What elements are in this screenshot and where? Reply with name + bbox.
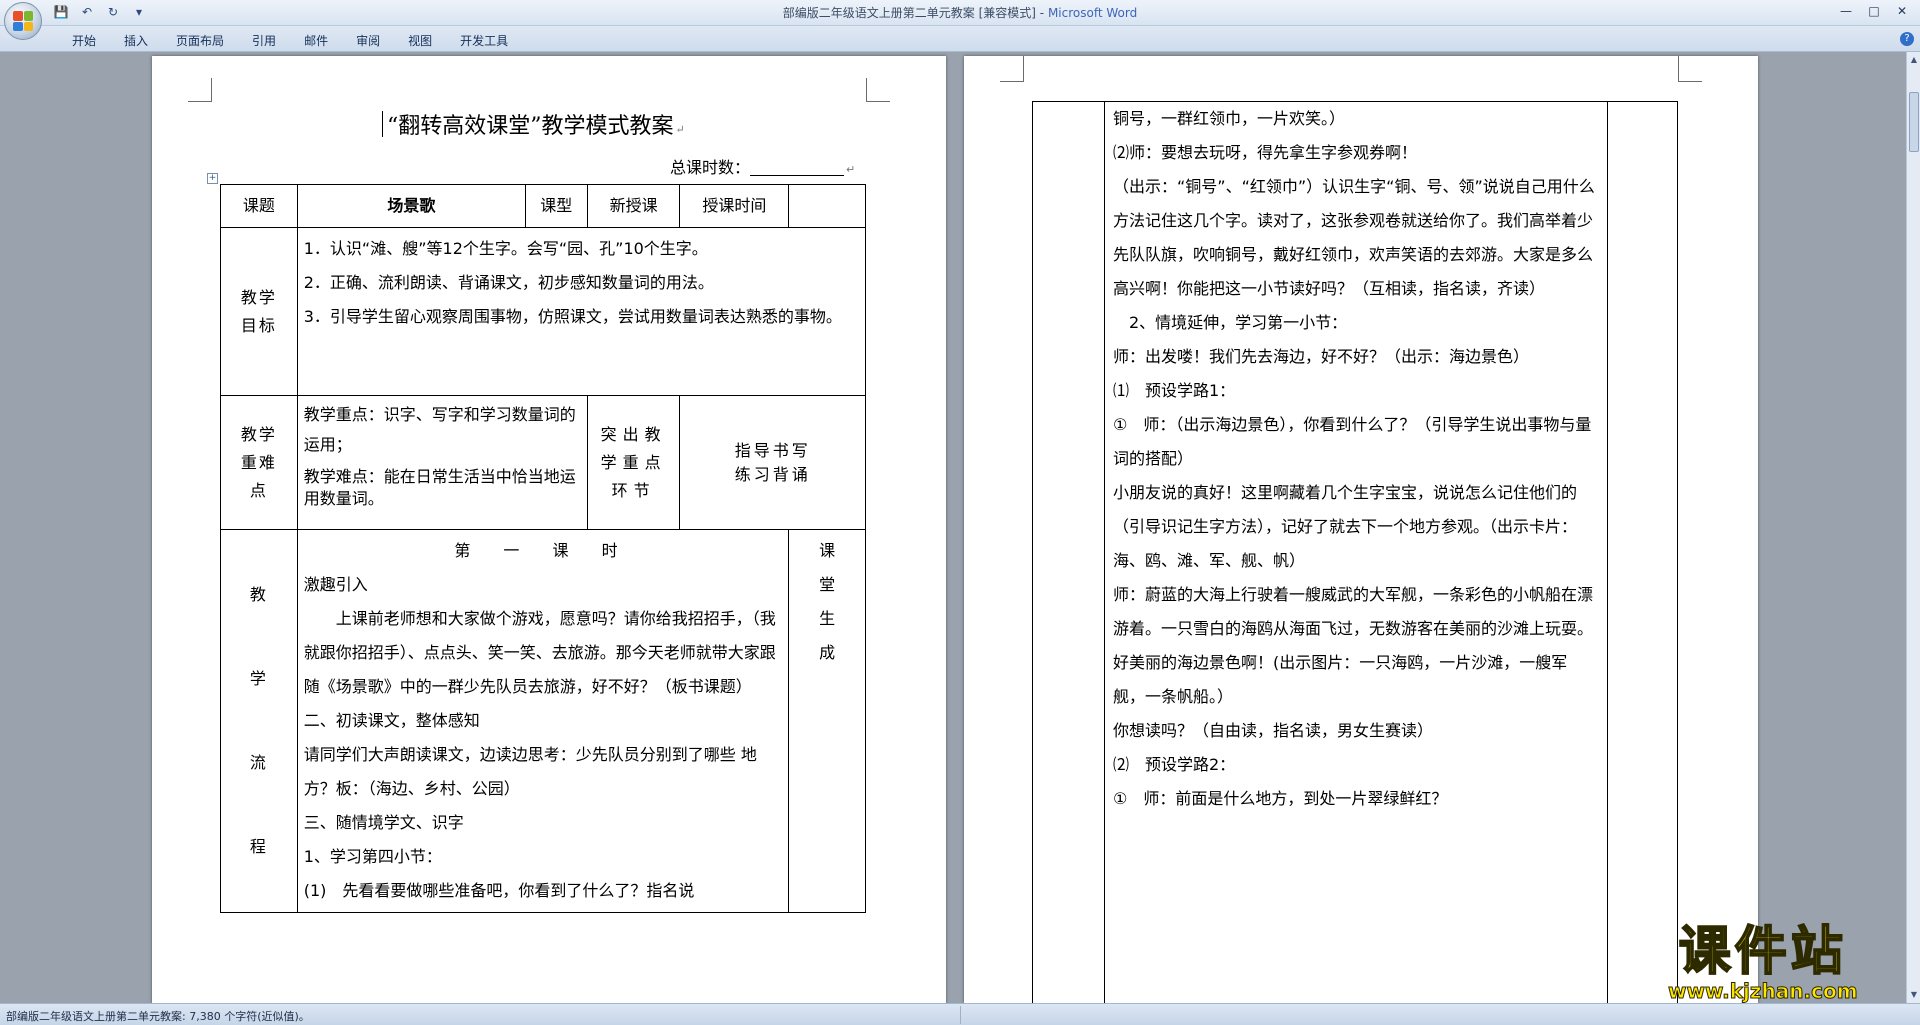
difficulty-label: 教学重难点 <box>220 395 298 530</box>
office-button-icon[interactable] <box>4 2 42 40</box>
document-title: “翻转高效课堂”教学模式教案 ↵ <box>382 108 685 140</box>
vertical-scrollbar[interactable]: ▲ ▼ <box>1906 52 1920 1003</box>
maximize-icon[interactable]: □ <box>1862 2 1886 20</box>
status-bar: 部编版二年级语文上册第二单元教案: 7,380 个字符(近似值)。 <box>0 1003 1920 1025</box>
total-hours: 总课时数： ↵ <box>670 158 856 177</box>
paragraph: 小朋友说的真好！这里啊藏着几个生字宝宝，说说怎么记住他们的（引导识记生字方法），… <box>1113 483 1578 570</box>
type-label: 课型 <box>524 184 588 228</box>
continued-table: 铜号，一群红领巾，一片欢笑。） ⑵师：要想去玩呀，得先拿生字参观券啊！ （出示：“铜… <box>1032 101 1678 1004</box>
type-value: 新授课 <box>586 184 681 228</box>
site-watermark: 课件站 www.kjzhan.com <box>1668 922 1859 1003</box>
paragraph: ⑵ 预设学路2： <box>1113 755 1236 774</box>
goal-item: 2．正确、流利朗读、背诵课文，初步感知数量词的用法。 <box>303 273 714 292</box>
paragraph: 师：蔚蓝的大海上行驶着一艘威武的大军舰，一条彩色的小帆船在漂游着。一只雪白的海鸥… <box>1113 585 1594 706</box>
document-page-1[interactable]: “翻转高效课堂”教学模式教案 ↵ 总课时数： ↵ + 课题 场景歌 课型 新授课 授… <box>152 56 946 1004</box>
period-title: 第 一 课 时 <box>454 541 632 560</box>
subject-value: 场景歌 <box>296 184 526 228</box>
crop-mark <box>1678 56 1702 82</box>
crop-mark <box>866 78 890 102</box>
highlight-label: 突出教学重点环节 <box>586 395 681 530</box>
scroll-thumb[interactable] <box>1909 92 1919 152</box>
goal-item: 3．引导学生留心观察周围事物，仿照课文，尝试用数量词表达熟悉的事物。 <box>303 307 842 326</box>
ribbon-tab[interactable]: 视图 <box>396 30 444 51</box>
ribbon-tab[interactable]: 开发工具 <box>448 30 520 51</box>
time-label: 授课时间 <box>679 184 790 228</box>
ribbon-tab[interactable]: 审阅 <box>344 30 392 51</box>
difficult-point: 教学难点：能在日常生活当中恰当地运用数量词。 <box>303 467 576 508</box>
process-content: 铜号，一群红领巾，一片欢笑。） ⑵师：要想去玩呀，得先拿生字参观券啊！ （出示：“铜… <box>1113 102 1599 816</box>
paragraph: 铜号，一群红领巾，一片欢笑。） <box>1113 109 1346 128</box>
process-line: 激趣引入 <box>303 575 368 594</box>
highlight-value: 指导书写 练习背诵 <box>679 395 866 530</box>
goal-item: 1．认识“滩、艘”等12个生字。会写“园、孔”10个生字。 <box>303 239 708 258</box>
goals-cell: 1．认识“滩、艘”等12个生字。会写“园、孔”10个生字。 2．正确、流利朗读、… <box>296 227 867 396</box>
process-line: (1) 先看看要做哪些准备吧，你看到了什么了？指名说 <box>303 881 695 900</box>
process-line: 请同学们大声朗读课文，边读边思考：少先队员分别到了哪些 地方？板：（海边、乡村、… <box>303 745 757 798</box>
scroll-down-icon[interactable]: ▼ <box>1908 989 1920 1001</box>
close-icon[interactable]: ✕ <box>1890 2 1914 20</box>
scroll-up-icon[interactable]: ▲ <box>1908 54 1920 66</box>
crop-mark <box>188 78 212 102</box>
paragraph: ⑴ 预设学路1： <box>1113 381 1236 400</box>
paragraph: ① 师：前面是什么地方，到处一片翠绿鲜红？ <box>1113 789 1448 808</box>
window-controls: — □ ✕ <box>1834 2 1914 20</box>
difficulty-cell: 教学重点：识字、写字和学习数量词的运用； 教学难点：能在日常生活当中恰当地运用数… <box>296 395 588 530</box>
process-label-column <box>1033 102 1105 1004</box>
paragraph: 师：出发喽！我们先去海边，好不好？（出示：海边景色） <box>1113 347 1530 366</box>
ribbon-tab[interactable]: 开始 <box>60 30 108 51</box>
process-line: 三、随情境学文、识字 <box>303 813 464 832</box>
lesson-plan-table: 课题 场景歌 课型 新授课 授课时间 教学目标 1．认识“滩、艘”等12个生字。… <box>220 184 867 913</box>
title-bar: 💾 ↶ ↻ ▾ 部编版二年级语文上册第二单元教案 [兼容模式] - Micros… <box>0 0 1920 26</box>
ribbon-tabs: 开始 插入 页面布局 引用 邮件 审阅 视图 开发工具 ? <box>0 26 1920 52</box>
crop-mark <box>1000 56 1024 82</box>
generate-column <box>1607 102 1677 1004</box>
document-page-2[interactable]: 铜号，一群红领巾，一片欢笑。） ⑵师：要想去玩呀，得先拿生字参观券啊！ （出示：“铜… <box>964 56 1758 1004</box>
window-title: 部编版二年级语文上册第二单元教案 [兼容模式] - Microsoft Word <box>782 6 1138 20</box>
word-count-status[interactable]: 部编版二年级语文上册第二单元教案: 7,380 个字符(近似值)。 <box>6 1008 310 1024</box>
time-value <box>788 184 866 228</box>
process-line: 二、初读课文，整体感知 <box>303 711 480 730</box>
process-cell: 第 一 课 时 激趣引入 上课前老师想和大家做个游戏，愿意吗？请你给我招招手，（… <box>296 529 790 913</box>
paragraph: ⑵师：要想去玩呀，得先拿生字参观券啊！ <box>1113 143 1418 162</box>
subject-label: 课题 <box>220 184 298 228</box>
goals-label: 教学目标 <box>220 227 298 396</box>
help-icon[interactable]: ? <box>1900 32 1914 46</box>
paragraph: 你想读吗？（自由读，指名读，男女生赛读） <box>1113 721 1434 740</box>
minimize-icon[interactable]: — <box>1834 2 1858 20</box>
generate-cell: 课堂生成 <box>788 529 866 913</box>
process-line: 1、学习第四小节： <box>303 847 442 866</box>
process-label: 教学流程 <box>220 529 298 913</box>
paragraph: （出示：“铜号”、“红领巾”）认识生字“铜、号、领”说说自己用什么方法记住这几个… <box>1113 177 1595 298</box>
process-line: 上课前老师想和大家做个游戏，愿意吗？请你给我招招手，（我就跟你招招手）、点点头、… <box>303 609 776 696</box>
paragraph: 2、情境延伸，学习第一小节： <box>1113 313 1348 332</box>
ribbon-tab[interactable]: 插入 <box>112 30 160 51</box>
ribbon-tab[interactable]: 引用 <box>240 30 288 51</box>
ribbon-tab[interactable]: 邮件 <box>292 30 340 51</box>
paragraph: ① 师：（出示海边景色），你看到什么了？（引导学生说出事物与量词的搭配） <box>1113 415 1592 468</box>
generate-label: 课堂生成 <box>819 541 836 662</box>
table-move-handle-icon[interactable]: + <box>207 173 218 184</box>
ribbon-tab[interactable]: 页面布局 <box>164 30 236 51</box>
key-point: 教学重点：识字、写字和学习数量词的运用； <box>303 405 576 454</box>
